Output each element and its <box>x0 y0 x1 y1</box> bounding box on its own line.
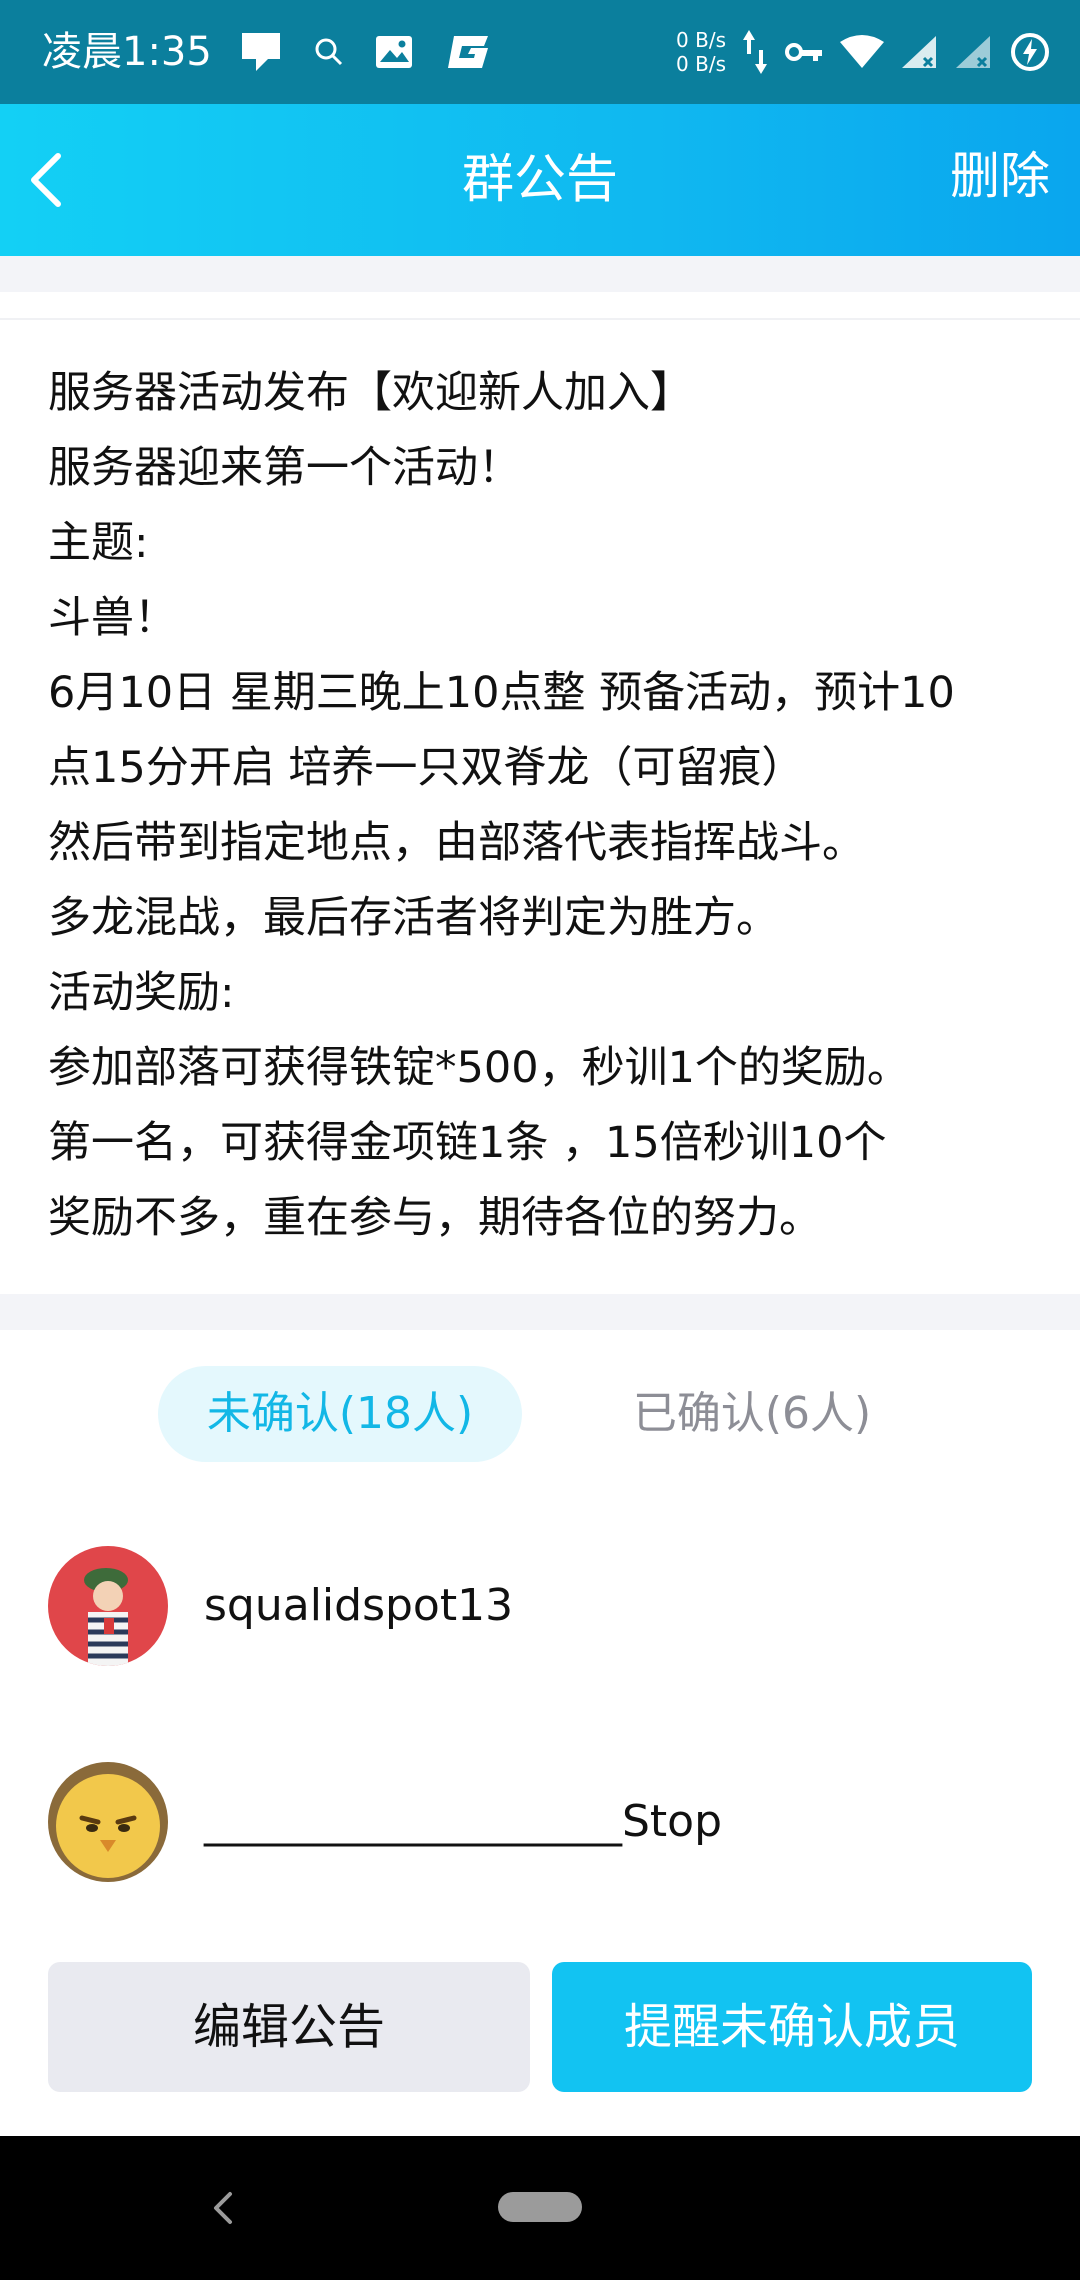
announcement-line: 斗兽！ <box>48 593 177 643</box>
nav-back-button[interactable] <box>206 2188 242 2228</box>
title-bar: 群公告 删除 <box>0 104 1080 256</box>
wifi-icon <box>840 35 884 68</box>
system-icons: 0 B/s 0 B/s <box>676 24 1052 80</box>
search-icon <box>315 38 343 66</box>
announcement-line: 服务器活动发布【欢迎新人加入】 <box>48 368 693 418</box>
page-title: 群公告 <box>461 150 618 210</box>
member-list-item[interactable]: ___________________Stop <box>48 1762 1028 1882</box>
announcement-content: 服务器活动发布【欢迎新人加入】 服务器迎来第一个活动！ 主题: 斗兽！ 6月10… <box>48 356 1048 1256</box>
member-list-item[interactable]: squalidspot13 <box>48 1546 1028 1666</box>
net-speed-up: 0 B/s <box>676 28 726 52</box>
announcement-line: 点15分开启 培养一只双脊龙（可留痕） <box>48 743 805 793</box>
announcement-line: 主题: <box>48 518 149 568</box>
chevron-left-icon <box>214 2192 232 2224</box>
signal-icon <box>902 36 936 68</box>
network-speed: 0 B/s 0 B/s <box>676 28 726 76</box>
nav-home-pill[interactable] <box>498 2192 582 2222</box>
status-bar: 凌晨1:35 0 B/s 0 B/s <box>0 0 1080 104</box>
tab-unconfirmed[interactable]: 未确认(18人) <box>158 1366 522 1462</box>
signal-icon-2 <box>956 36 990 68</box>
yellow-chick-avatar-icon <box>48 1762 168 1882</box>
member-name: ___________________Stop <box>204 1796 723 1847</box>
member-name: squalidspot13 <box>204 1580 514 1631</box>
separator <box>0 1294 1080 1330</box>
vpn-key-icon <box>785 43 822 61</box>
delete-button[interactable]: 删除 <box>950 146 1050 206</box>
announcement-line: 多龙混战，最后存活者将判定为胜方。 <box>48 893 779 943</box>
app-g-icon <box>448 36 488 68</box>
avatar <box>48 1762 168 1882</box>
chat-bubble-icon <box>242 33 280 71</box>
announcement-line: 服务器迎来第一个活动！ <box>48 443 521 493</box>
announcement-line: 第一名，可获得金项链1条 ，15倍秒训10个 <box>48 1118 887 1168</box>
edit-announcement-button[interactable]: 编辑公告 <box>48 1962 530 2092</box>
announcement-line: 参加部落可获得铁锭*500，秒训1个的奖励。 <box>48 1043 910 1093</box>
announcement-line: 然后带到指定地点，由部落代表指挥战斗。 <box>48 818 865 868</box>
remind-unconfirmed-button[interactable]: 提醒未确认成员 <box>552 1962 1032 2092</box>
avatar <box>48 1546 168 1666</box>
announcement-line: 6月10日 星期三晚上10点整 预备活动，预计10 <box>48 668 955 718</box>
divider <box>0 318 1080 320</box>
announcement-line: 活动奖励: <box>48 968 235 1018</box>
data-transfer-icon <box>743 30 767 74</box>
tab-confirmed[interactable]: 已确认(6人) <box>600 1366 904 1462</box>
cartoon-girl-red-avatar-icon <box>48 1546 168 1666</box>
status-time: 凌晨1:35 <box>42 29 212 75</box>
announcement-line: 奖励不多，重在参与，期待各位的努力。 <box>48 1193 822 1243</box>
image-icon <box>376 36 412 68</box>
separator <box>0 256 1080 292</box>
battery-saver-icon <box>1011 33 1049 71</box>
navigation-bar <box>0 2136 1080 2280</box>
notification-icons <box>238 28 492 76</box>
net-speed-down: 0 B/s <box>676 52 726 76</box>
